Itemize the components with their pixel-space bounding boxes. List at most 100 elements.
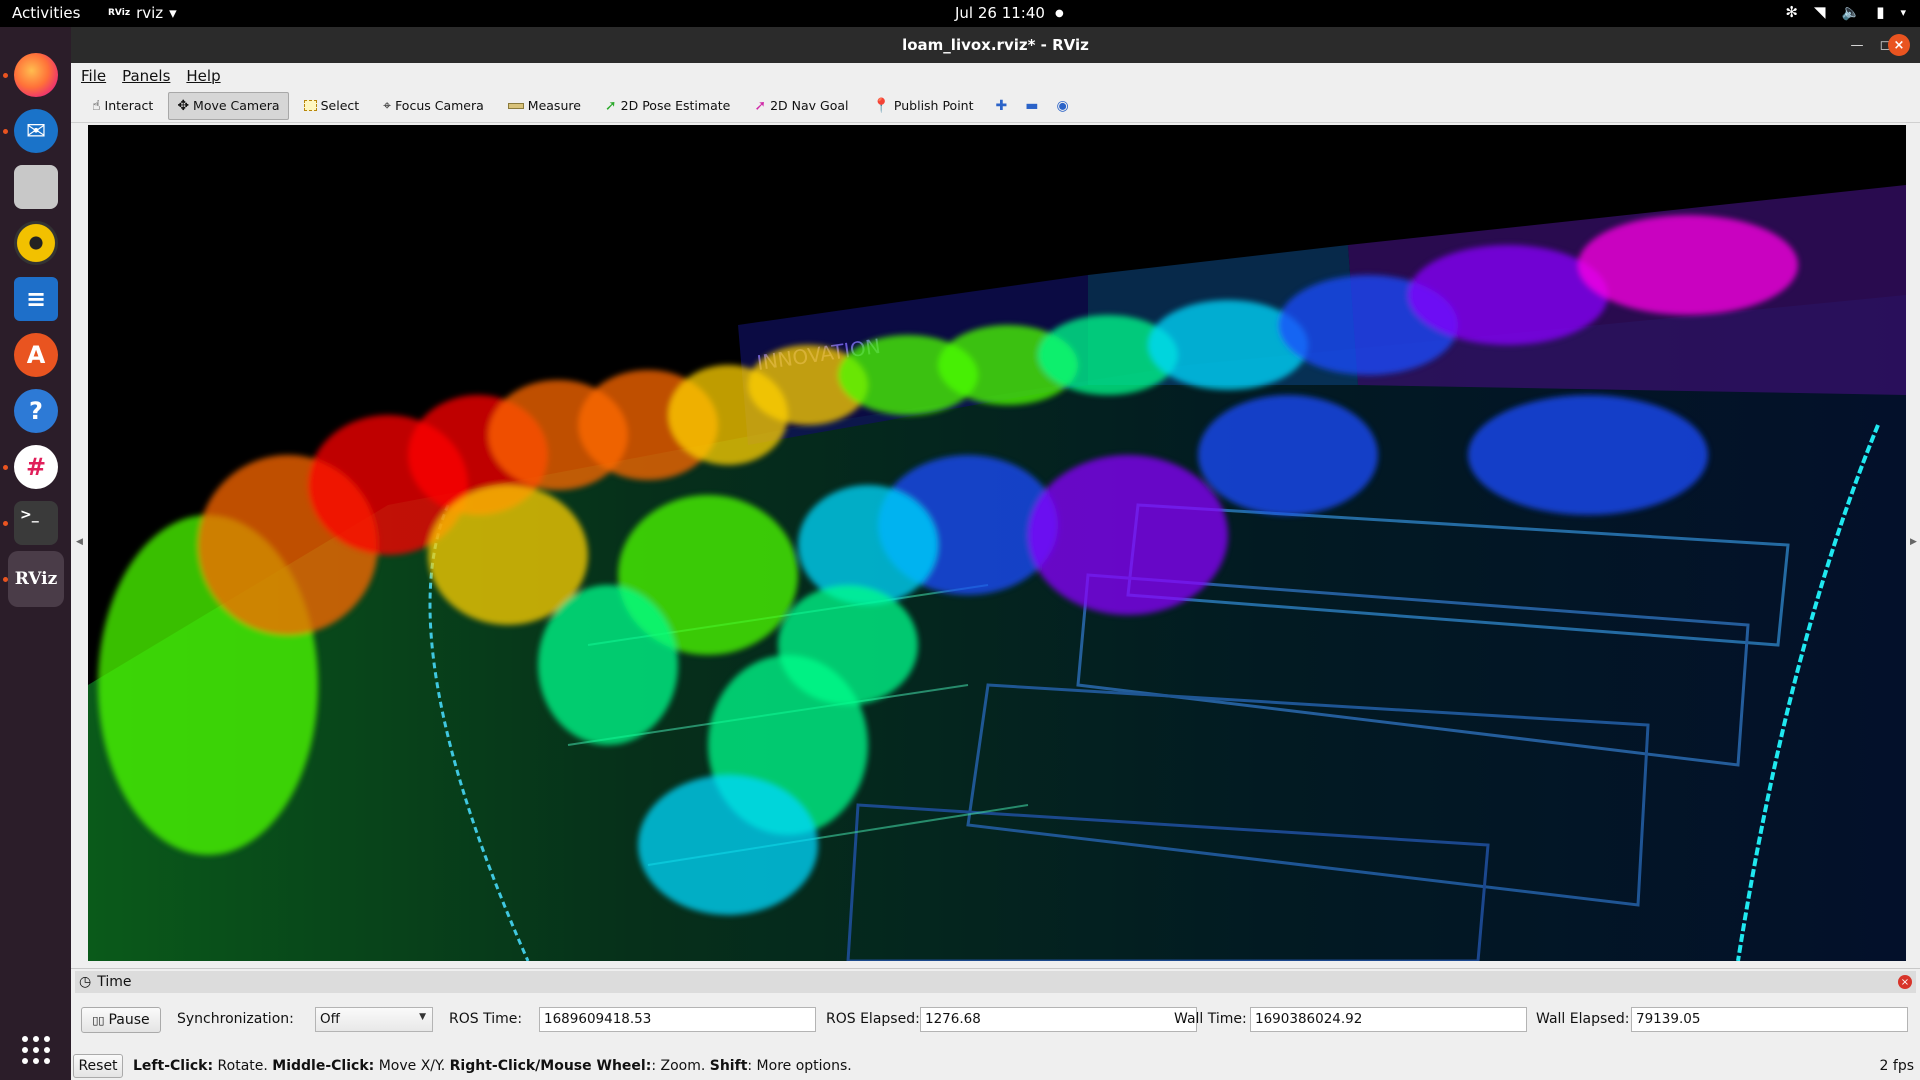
tool-label: Measure <box>527 98 581 113</box>
ros-time-label: ROS Time: <box>449 1011 523 1027</box>
dock-rhythmbox-launcher[interactable] <box>8 215 64 271</box>
clock-label: Jul 26 11:40 <box>955 4 1045 22</box>
canopy-blob <box>1408 245 1608 345</box>
menu-bar: File Panels Help <box>71 63 1920 89</box>
remove-tool-button[interactable]: ▬ <box>1018 92 1045 120</box>
render-view[interactable]: INNOVATION <box>88 125 1906 961</box>
focus-camera-tool-button[interactable]: ⌖ Focus Camera <box>374 92 493 120</box>
running-indicator <box>3 129 8 134</box>
select-box-icon <box>303 100 317 111</box>
dock-firefox-launcher[interactable] <box>8 47 64 103</box>
chevron-down-icon: ▾ <box>1900 5 1906 19</box>
title-bar[interactable]: loam_livox.rviz* - RViz — ◻ × <box>71 27 1920 63</box>
map-pin-icon: 📍 <box>872 97 890 114</box>
sync-value: Off <box>320 1011 340 1027</box>
pause-label: Pause <box>108 1012 150 1028</box>
help-icon: ? <box>14 389 58 433</box>
mouse-help-text: Left-Click: Rotate. Middle-Click: Move X… <box>133 1058 852 1074</box>
wall-time-field[interactable]: 1690386024.92 <box>1250 1007 1527 1032</box>
dock-files-launcher[interactable] <box>8 159 64 215</box>
ros-elapsed-field[interactable]: 1276.68 <box>920 1007 1197 1032</box>
notification-dot-icon: ● <box>1054 7 1064 19</box>
rviz-window: loam_livox.rviz* - RViz — ◻ × File Panel… <box>71 27 1920 1080</box>
dock-terminal-launcher[interactable]: >_ <box>8 495 64 551</box>
sync-label: Synchronization: <box>177 1011 294 1027</box>
move-camera-tool-button[interactable]: ✥ Move Camera <box>168 91 289 120</box>
thunderbird-icon: ✉ <box>14 109 58 153</box>
point-cloud-scene: INNOVATION <box>88 185 1906 961</box>
rviz-icon: RViz <box>14 569 58 589</box>
clock[interactable]: Jul 26 11:40 ● <box>955 4 1064 22</box>
close-panel-button[interactable]: × <box>1898 975 1912 989</box>
pause-icon: ▯▯ <box>92 1013 105 1027</box>
select-tool-button[interactable]: Select <box>295 92 369 120</box>
menu-file[interactable]: File <box>81 67 106 85</box>
measure-tool-button[interactable]: Measure <box>499 92 590 120</box>
menu-panels[interactable]: Panels <box>122 67 170 85</box>
status-bar: Reset Left-Click: Rotate. Middle-Click: … <box>71 1052 1920 1080</box>
dock-writer-launcher[interactable]: ≡ <box>8 271 64 327</box>
help-left-click: Left-Click: <box>133 1058 214 1074</box>
activities-button[interactable]: Activities <box>12 4 80 22</box>
right-dock-collapse-icon[interactable]: ▶ <box>1910 537 1917 547</box>
minimize-icon[interactable]: — <box>1846 34 1868 56</box>
wall-elapsed-label: Wall Elapsed: <box>1536 1011 1630 1027</box>
rhythmbox-icon <box>14 221 58 265</box>
ruler-icon <box>507 102 524 109</box>
canopy-blob <box>638 775 818 915</box>
chevron-down-icon: ▼ <box>419 1012 426 1022</box>
dock-thunderbird-launcher[interactable]: ✉ <box>8 103 64 159</box>
system-tray[interactable]: ✻ ◥ 🔈 ▮ ▾ <box>1785 3 1906 21</box>
nav-goal-tool-button[interactable]: ➚ 2D Nav Goal <box>745 92 857 120</box>
software-icon: A <box>14 333 58 377</box>
wifi-icon: ◥ <box>1813 3 1826 21</box>
running-indicator <box>3 521 8 526</box>
ros-elapsed-label: ROS Elapsed: <box>826 1011 920 1027</box>
canopy-blob <box>798 485 938 605</box>
interact-tool-button[interactable]: ☝ Interact <box>83 92 162 120</box>
publish-point-tool-button[interactable]: 📍 Publish Point <box>863 92 982 120</box>
show-applications-button[interactable] <box>8 1022 64 1078</box>
rviz-app-icon: RViz <box>108 8 131 18</box>
canopy-blob <box>1198 395 1378 515</box>
left-dock-collapse-icon[interactable]: ◀ <box>76 537 83 547</box>
dock-help-launcher[interactable]: ? <box>8 383 64 439</box>
battery-icon: ▮ <box>1876 3 1885 21</box>
slack-tray-icon: ✻ <box>1785 3 1798 21</box>
ros-time-field[interactable]: 1689609418.53 <box>539 1007 816 1032</box>
tool-properties-button[interactable]: ◉ <box>1049 92 1075 120</box>
running-indicator <box>3 465 8 470</box>
pink-arrow-icon: ➚ <box>754 97 767 114</box>
dock-rviz-launcher[interactable]: RViz <box>8 551 64 607</box>
tool-label: 2D Nav Goal <box>770 98 849 113</box>
reset-button[interactable]: Reset <box>73 1054 123 1078</box>
minus-icon: ▬ <box>1025 97 1039 114</box>
slack-icon: # <box>14 445 58 489</box>
wall-time-label: Wall Time: <box>1174 1011 1247 1027</box>
wall-elapsed-field[interactable]: 79139.05 <box>1631 1007 1908 1032</box>
help-zoom: : Zoom. <box>651 1058 710 1074</box>
app-menu[interactable]: RViz rviz ▾ <box>108 4 177 22</box>
fps-counter: 2 fps <box>1879 1058 1914 1074</box>
dock-software-launcher[interactable]: A <box>8 327 64 383</box>
pause-button[interactable]: ▯▯ Pause <box>81 1007 161 1033</box>
pose-estimate-tool-button[interactable]: ➚ 2D Pose Estimate <box>596 92 739 120</box>
menu-help[interactable]: Help <box>186 67 220 85</box>
tool-bar: ☝ Interact ✥ Move Camera Select ⌖ Focus … <box>71 89 1920 123</box>
dock-slack-launcher[interactable]: # <box>8 439 64 495</box>
add-tool-button[interactable]: ✚ <box>989 92 1015 120</box>
terminal-icon: >_ <box>14 501 58 545</box>
dock: ✉ ≡ A? # >_ RViz <box>0 27 71 1080</box>
tool-label: Move Camera <box>193 98 280 113</box>
window-title: loam_livox.rviz* - RViz <box>902 36 1089 54</box>
chevron-down-icon: ▾ <box>169 4 177 22</box>
help-middle-click: Middle-Click: <box>272 1058 375 1074</box>
close-window-button[interactable]: × <box>1888 34 1910 56</box>
top-bar: Activities RViz rviz ▾ Jul 26 11:40 ● ✻ … <box>0 0 1920 27</box>
tool-label: 2D Pose Estimate <box>620 98 731 113</box>
help-rotate: Rotate. <box>213 1058 273 1074</box>
firefox-icon <box>14 53 58 97</box>
tool-label: Interact <box>104 98 154 113</box>
files-icon <box>14 165 58 209</box>
sync-select[interactable]: Off ▼ <box>315 1007 433 1032</box>
